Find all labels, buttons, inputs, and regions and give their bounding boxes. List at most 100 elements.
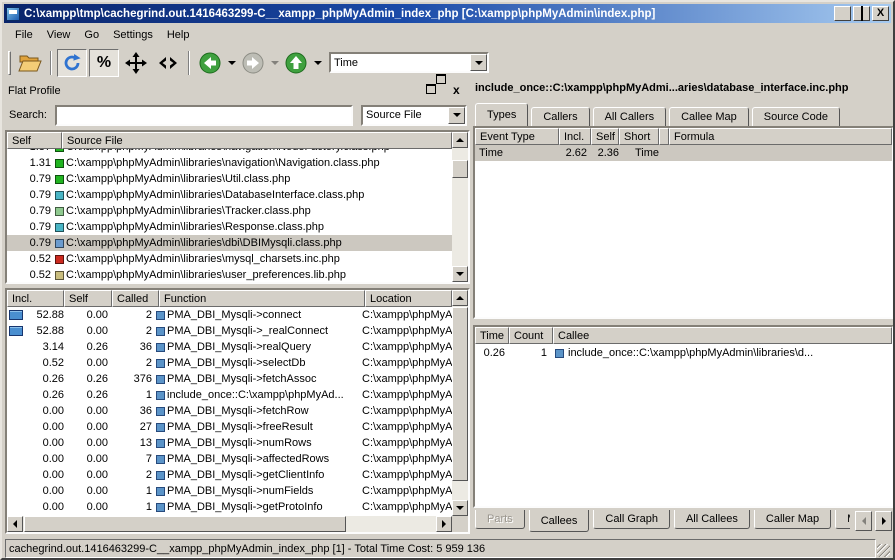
scroll-up-button[interactable] <box>452 290 468 306</box>
minimize-button[interactable] <box>834 6 851 21</box>
source-file-row[interactable]: 0.79C:\xampp\phpMyAdmin\libraries\Util.c… <box>7 171 452 187</box>
open-file-button[interactable] <box>15 49 45 77</box>
tab-callee-map[interactable]: Callee Map <box>669 107 749 126</box>
toolbar-grip[interactable] <box>8 51 11 75</box>
menu-go[interactable]: Go <box>77 26 106 44</box>
function-row[interactable]: 0.520.002PMA_DBI_Mysqli->selectDbC:\xamp… <box>7 355 452 371</box>
scroll-thumb[interactable] <box>24 516 346 532</box>
scroll-thumb[interactable] <box>452 307 468 481</box>
function-row[interactable]: 0.000.001PMA_DBI_Mysqli->getProtoInfoC:\… <box>7 499 452 515</box>
source-file-row[interactable]: 0.79C:\xampp\phpMyAdmin\libraries\Tracke… <box>7 203 452 219</box>
function-row[interactable]: 0.000.002PMA_DBI_Mysqli->getClientInfoC:… <box>7 467 452 483</box>
function-row[interactable]: 0.000.001PMA_DBI_Mysqli->numFieldsC:\xam… <box>7 483 452 499</box>
function-name: PMA_DBI_Mysqli->_realConnect <box>167 325 362 337</box>
source-file-row[interactable]: 1.31C:\xampp\phpMyAdmin\libraries\naviga… <box>7 155 452 171</box>
source-file-row[interactable]: 0.79C:\xampp\phpMyAdmin\libraries\Respon… <box>7 219 452 235</box>
column-header-incl[interactable]: Incl. <box>559 128 591 145</box>
dock-title-bar[interactable]: Flat Profile x <box>5 82 470 99</box>
bottom-tab-machine[interactable]: Machine <box>835 510 850 529</box>
expand-horizontal-button[interactable] <box>153 49 183 77</box>
function-row[interactable]: 0.260.261include_once::C:\xampp\phpMyAd.… <box>7 387 452 403</box>
scroll-up-button[interactable] <box>452 132 468 148</box>
column-header-short[interactable]: Short <box>619 128 659 145</box>
column-header-location[interactable]: Location <box>365 290 452 307</box>
relative-cost-toggle[interactable]: % <box>89 49 119 77</box>
tab-types[interactable]: Types <box>475 103 528 126</box>
scroll-right-button[interactable] <box>436 516 452 532</box>
menu-file[interactable]: File <box>8 26 40 44</box>
function-swatch <box>156 375 165 384</box>
tab-all-callers[interactable]: All Callers <box>593 107 667 126</box>
callee-row[interactable]: 0.26 1 include_once::C:\xampp\phpMyAdmin… <box>475 344 892 362</box>
column-header-callee[interactable]: Callee <box>553 327 892 344</box>
function-row[interactable]: 3.140.2636PMA_DBI_Mysqli->realQueryC:\xa… <box>7 339 452 355</box>
function-row[interactable]: 0.000.0036PMA_DBI_Mysqli->fetchRowC:\xam… <box>7 403 452 419</box>
self-cost-cell: 0.79 <box>7 237 51 249</box>
bottom-tab-call-graph[interactable]: Call Graph <box>593 510 670 529</box>
source-file-row[interactable]: 0.79C:\xampp\phpMyAdmin\libraries\Databa… <box>7 187 452 203</box>
up-dropdown[interactable] <box>312 49 323 77</box>
vertical-scrollbar[interactable] <box>452 132 468 282</box>
dock-float-button[interactable] <box>436 84 450 97</box>
column-header-incl[interactable]: Incl. <box>7 290 64 307</box>
scroll-thumb[interactable] <box>452 160 468 178</box>
move-layout-button[interactable] <box>121 49 151 77</box>
menu-settings[interactable]: Settings <box>106 26 160 44</box>
function-row[interactable]: 0.000.0013PMA_DBI_Mysqli->numRowsC:\xamp… <box>7 435 452 451</box>
event-type-selector[interactable]: Time <box>329 52 489 73</box>
menu-view[interactable]: View <box>40 26 78 44</box>
move-cross-icon <box>125 52 147 74</box>
function-row[interactable]: 52.880.002PMA_DBI_Mysqli->_realConnectC:… <box>7 323 452 339</box>
column-header-self[interactable]: Self <box>64 290 112 307</box>
up-button[interactable] <box>281 49 311 77</box>
dock-close-button[interactable]: x <box>453 84 467 97</box>
back-button[interactable] <box>195 49 225 77</box>
source-file-row[interactable]: 0.52C:\xampp\phpMyAdmin\libraries\mysql_… <box>7 251 452 267</box>
maximize-button[interactable] <box>853 6 870 21</box>
scroll-left-button[interactable] <box>7 516 23 532</box>
column-header-self[interactable]: Self <box>591 128 619 145</box>
combo-dropdown-button[interactable] <box>448 107 465 124</box>
close-button[interactable]: X <box>872 6 889 21</box>
self-cell: 0.00 <box>64 453 108 465</box>
self-cell: 0.00 <box>64 437 108 449</box>
column-header-function[interactable]: Function <box>159 290 365 307</box>
forward-icon <box>242 52 264 74</box>
column-header-called[interactable]: Called <box>112 290 159 307</box>
reload-button[interactable] <box>57 49 87 77</box>
called-cell: 376 <box>108 373 152 385</box>
back-dropdown[interactable] <box>226 49 237 77</box>
time-cell: 0.26 <box>475 347 505 359</box>
menu-help[interactable]: Help <box>160 26 197 44</box>
column-header-event-type[interactable]: Event Type <box>475 128 559 145</box>
scroll-down-button[interactable] <box>452 266 468 282</box>
scroll-down-button[interactable] <box>452 500 468 516</box>
vertical-scrollbar[interactable] <box>452 290 468 516</box>
bottom-tab-callees[interactable]: Callees <box>529 510 590 532</box>
combo-dropdown-button[interactable] <box>470 54 487 71</box>
search-input[interactable] <box>55 105 353 126</box>
tab-source-code[interactable]: Source Code <box>752 107 840 126</box>
bottom-tab-caller-map[interactable]: Caller Map <box>754 510 831 529</box>
column-header-formula[interactable]: Formula <box>669 128 892 145</box>
source-file-row[interactable]: 0.79C:\xampp\phpMyAdmin\libraries\dbi\DB… <box>7 235 452 251</box>
function-row[interactable]: 52.880.002PMA_DBI_Mysqli->connectC:\xamp… <box>7 307 452 323</box>
grouping-selector[interactable]: Source File <box>361 105 467 126</box>
source-file-row[interactable]: 0.52C:\xampp\phpMyAdmin\libraries\user_p… <box>7 267 452 282</box>
function-row[interactable]: 0.000.007PMA_DBI_Mysqli->affectedRowsC:\… <box>7 451 452 467</box>
resize-grip[interactable] <box>877 544 890 557</box>
tabs-scroll-right-button[interactable] <box>875 511 892 531</box>
title-bar[interactable]: C:\xampp\tmp\cachegrind.out.1416463299-C… <box>4 4 891 23</box>
column-header-time[interactable]: Time <box>475 327 509 344</box>
bottom-tab-all-callees[interactable]: All Callees <box>674 510 750 529</box>
tab-callers[interactable]: Callers <box>531 107 589 126</box>
column-header-self[interactable]: Self <box>7 132 62 149</box>
function-swatch <box>156 391 165 400</box>
function-row[interactable]: 0.260.26376PMA_DBI_Mysqli->fetchAssocC:\… <box>7 371 452 387</box>
function-row[interactable]: 0.000.0027PMA_DBI_Mysqli->freeResultC:\x… <box>7 419 452 435</box>
column-header-source-file[interactable]: Source File <box>62 132 452 149</box>
event-type-row[interactable]: Time 2.62 2.36 Time <box>475 145 892 161</box>
horizontal-scrollbar[interactable] <box>7 516 452 532</box>
column-header-count[interactable]: Count <box>509 327 553 344</box>
function-cell: PMA_DBI_Mysqli->numFields <box>156 485 362 497</box>
